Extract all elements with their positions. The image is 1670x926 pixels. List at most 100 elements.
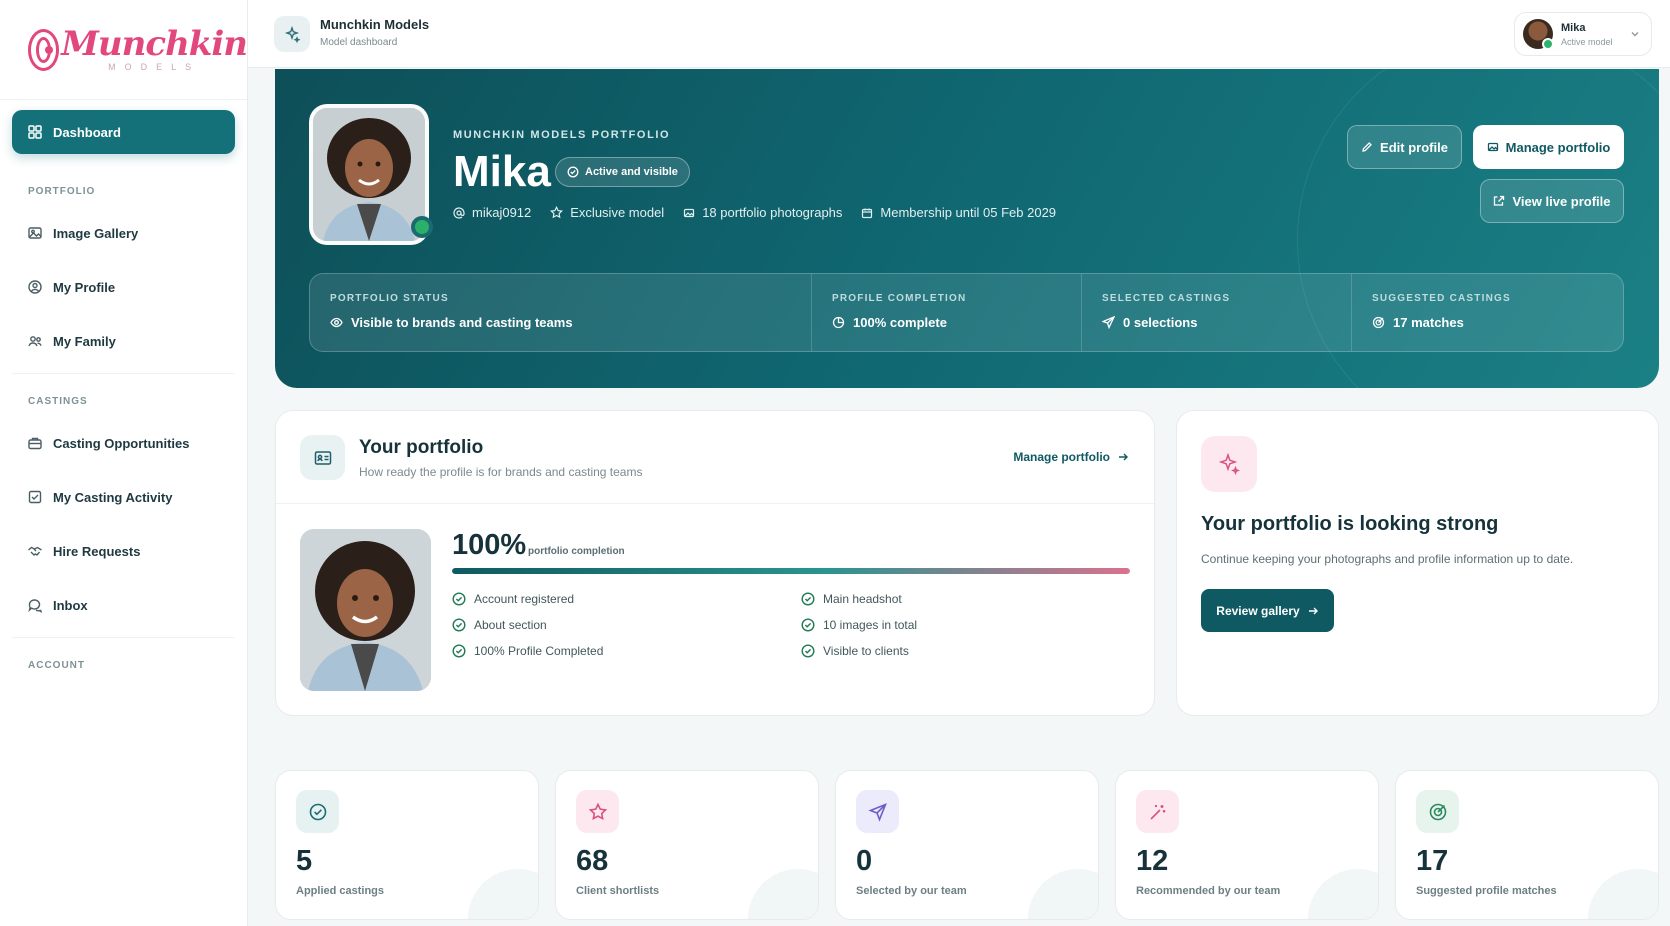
- meta-username: mikaj0912: [453, 205, 531, 220]
- meta-tier: Exclusive model: [550, 205, 664, 220]
- star-icon: [576, 790, 619, 833]
- star-icon: [550, 206, 564, 219]
- pencil-icon: [1362, 142, 1372, 152]
- portfolio-title: Your portfolio: [359, 437, 484, 458]
- stat-suggested-castings: SUGGESTED CASTINGS 17 matches: [1372, 293, 1511, 330]
- user-name: Mika: [1561, 21, 1586, 34]
- stat-selected-castings: SELECTED CASTINGS 0 selections: [1082, 274, 1352, 351]
- status-badge: Active and visible: [555, 157, 690, 187]
- sidebar-section-account: ACCOUNT: [28, 660, 85, 671]
- check-circle-icon: [452, 618, 466, 632]
- completion-label: portfolio completion: [528, 546, 625, 557]
- sidebar-item-dashboard[interactable]: Dashboard: [12, 110, 235, 154]
- check-circle-icon: [801, 618, 815, 632]
- metric-card-client-shortlists[interactable]: 68 Client shortlists: [555, 770, 819, 920]
- image-icon: [684, 208, 695, 217]
- review-gallery-button[interactable]: Review gallery: [1201, 589, 1334, 632]
- portfolio-card-header: Your portfolio How ready the profile is …: [276, 411, 1154, 504]
- arrow-right-icon: [1119, 453, 1128, 461]
- metric-value: 0: [856, 845, 873, 877]
- checklist-item: 10 images in total: [801, 617, 1121, 633]
- manage-portfolio-link[interactable]: Manage portfolio: [1013, 450, 1129, 464]
- arrow-right-icon: [1308, 607, 1318, 614]
- brand-name: Munchkin: [61, 24, 248, 64]
- metric-label: Suggested profile matches: [1416, 885, 1557, 897]
- manage-portfolio-button[interactable]: Manage portfolio: [1473, 125, 1624, 169]
- meta-membership: Membership until 05 Feb 2029: [861, 205, 1056, 220]
- meta-photos: 18 portfolio photographs: [683, 205, 842, 220]
- portfolio-subtitle: How ready the profile is for brands and …: [359, 465, 643, 479]
- user-role: Active model: [1561, 36, 1613, 47]
- avatar: [1523, 19, 1554, 50]
- users-icon: [28, 336, 42, 347]
- sidebar-divider: [12, 637, 235, 638]
- check-circle-icon: [567, 166, 579, 178]
- stat-profile-completion: PROFILE COMPLETION 100% complete: [812, 274, 1082, 351]
- sidebar-divider: [12, 373, 235, 374]
- online-status-dot: [411, 216, 433, 238]
- sidebar-section-castings: CASTINGS: [28, 396, 88, 407]
- id-card-icon: [300, 435, 345, 480]
- metric-card-recommended-by-team[interactable]: 12 Recommended by our team: [1115, 770, 1379, 920]
- magic-wand-icon: [1136, 790, 1179, 833]
- checklist-item: About section: [452, 617, 801, 633]
- metric-value: 12: [1136, 845, 1169, 877]
- sidebar-item-label: Image Gallery: [53, 225, 139, 241]
- brand-sub: MODELS: [108, 62, 201, 72]
- check-circle-icon: [801, 644, 815, 658]
- grid-icon: [28, 125, 42, 139]
- brand-logo[interactable]: Munchkin MODELS: [0, 0, 248, 100]
- sidebar-item-my-casting-activity[interactable]: My Casting Activity: [12, 475, 235, 519]
- sidebar-item-casting-opportunities[interactable]: Casting Opportunities: [12, 421, 235, 465]
- hero-stats: PORTFOLIO STATUS Visible to brands and c…: [309, 273, 1624, 352]
- sidebar-section-portfolio: PORTFOLIO: [28, 186, 96, 197]
- calendar-icon: [862, 208, 873, 218]
- metric-card-selected-by-team[interactable]: 0 Selected by our team: [835, 770, 1099, 920]
- checklist-item: 100% Profile Completed: [452, 643, 801, 659]
- metric-label: Applied castings: [296, 885, 385, 897]
- sidebar-item-label: Casting Opportunities: [53, 435, 190, 451]
- metric-card-applied-castings[interactable]: 5 Applied castings: [275, 770, 539, 920]
- check-square-icon: [28, 490, 42, 504]
- chevron-down-icon: [1631, 32, 1639, 37]
- hero-eyebrow: MUNCHKIN MODELS PORTFOLIO: [453, 129, 671, 141]
- app-subtitle: Model dashboard: [320, 37, 398, 48]
- send-icon: [1102, 316, 1115, 329]
- hero-meta: mikaj0912 Exclusive model 18 portfolio p…: [453, 205, 1075, 220]
- checklist-item: Account registered: [452, 591, 801, 607]
- sidebar-item-label: My Casting Activity: [53, 489, 173, 505]
- completion-progress-bar: [452, 568, 1130, 574]
- sidebar-item-my-profile[interactable]: My Profile: [12, 265, 235, 309]
- sparkle-icon: [274, 16, 310, 52]
- view-live-profile-button[interactable]: View live profile: [1480, 179, 1624, 223]
- sidebar-item-hire-requests[interactable]: Hire Requests: [12, 529, 235, 573]
- check-circle-icon: [296, 790, 339, 833]
- edit-profile-button[interactable]: Edit profile: [1347, 125, 1462, 169]
- metric-value: 68: [576, 845, 609, 877]
- main-headshot: [300, 529, 431, 691]
- metric-card-suggested-matches[interactable]: 17 Suggested profile matches: [1395, 770, 1659, 920]
- model-name: Mika: [453, 147, 551, 196]
- eye-icon: [330, 317, 343, 328]
- sidebar: Munchkin MODELS Dashboard PORTFOLIO Imag…: [0, 0, 248, 926]
- target-icon: [1416, 790, 1459, 833]
- metric-value: 5: [296, 845, 313, 877]
- completion-checklist: Account registered Main headshot About s…: [452, 591, 1132, 659]
- at-icon: [453, 206, 465, 219]
- sidebar-nav: Dashboard PORTFOLIO Image Gallery My Pro…: [0, 100, 247, 685]
- metric-label: Client shortlists: [576, 885, 660, 897]
- image-icon: [1487, 142, 1498, 152]
- target-icon: [1372, 316, 1385, 329]
- sidebar-item-inbox[interactable]: Inbox: [12, 583, 235, 627]
- child-portrait-image: [300, 529, 431, 691]
- checklist-item: Visible to clients: [801, 643, 1121, 659]
- portfolio-card: Your portfolio How ready the profile is …: [275, 410, 1155, 716]
- metric-label: Recommended by our team: [1136, 885, 1281, 897]
- sidebar-item-my-family[interactable]: My Family: [12, 319, 235, 363]
- check-circle-icon: [452, 592, 466, 606]
- top-bar: Munchkin Models Model dashboard Mika Act…: [248, 0, 1670, 68]
- sidebar-item-image-gallery[interactable]: Image Gallery: [12, 211, 235, 255]
- user-menu[interactable]: Mika Active model: [1514, 12, 1652, 56]
- chat-icon: [28, 599, 43, 613]
- sidebar-item-label: Inbox: [53, 597, 88, 613]
